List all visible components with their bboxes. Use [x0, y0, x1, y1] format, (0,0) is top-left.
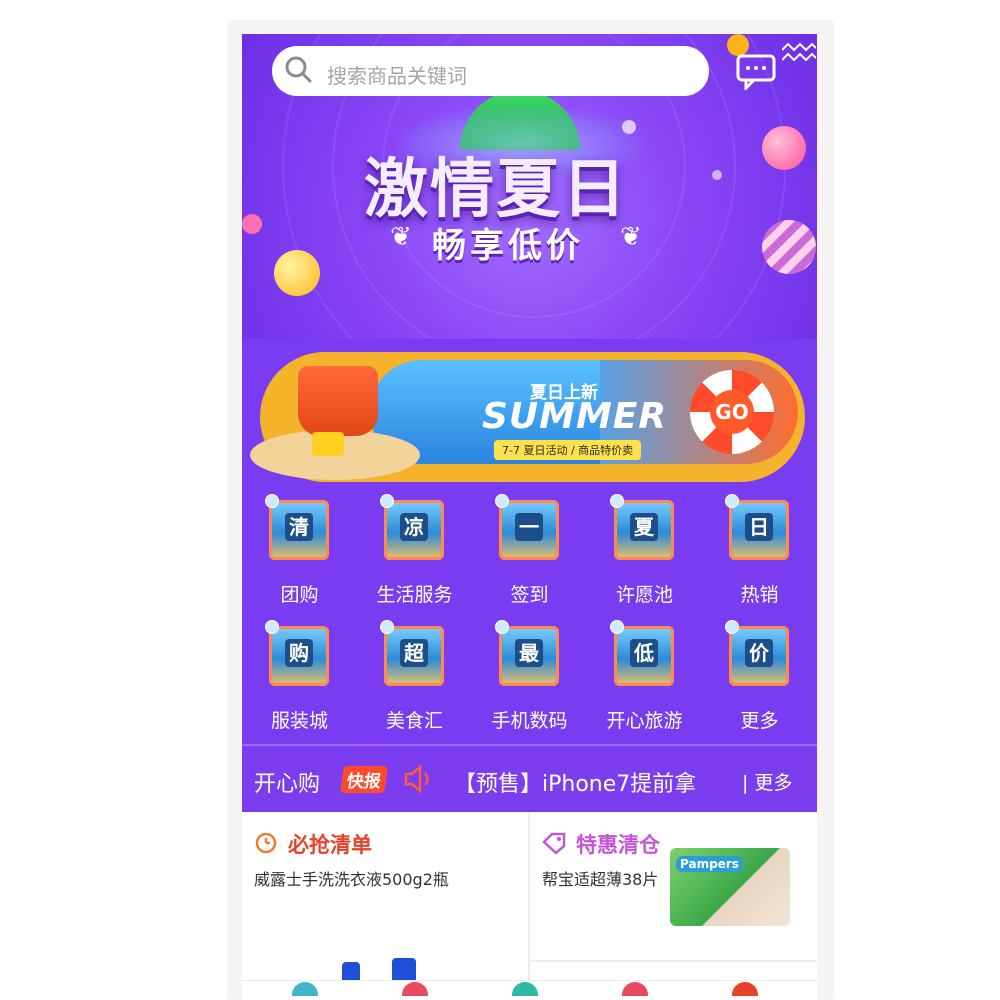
category-label: 开心旅游 [606, 710, 683, 732]
category-item-clothing[interactable]: 购 服装城 [242, 620, 357, 742]
category-label: 团购 [280, 584, 319, 606]
wing-left-icon: ❦ [390, 222, 412, 252]
badge-char: 日 [745, 513, 773, 541]
bubble-icon [725, 620, 739, 634]
yellow-ball-decoration [274, 250, 320, 296]
pink-ball-decoration [762, 126, 806, 170]
wave-decoration-icon [782, 42, 816, 62]
go-label: GO [710, 390, 754, 434]
badge-char: 价 [745, 639, 773, 667]
bubble-icon [380, 620, 394, 634]
category-item-travel[interactable]: 低 开心旅游 [587, 620, 702, 742]
category-item-digital[interactable]: 最 手机数码 [472, 620, 587, 742]
wing-right-icon: ❦ [620, 222, 642, 252]
small-ball-decoration [727, 34, 749, 56]
category-label: 生活服务 [376, 584, 453, 606]
badge-char: 凉 [400, 513, 428, 541]
must-buy-title: 必抢清单 [288, 833, 372, 857]
category-label: 许愿池 [615, 584, 673, 606]
category-item-groupbuy[interactable]: 清 团购 [242, 494, 357, 616]
category-badge-icon: 一 [495, 494, 559, 560]
search-input[interactable]: 搜索商品关键词 [327, 60, 467, 89]
clearance-item: 帮宝适超薄38片 [542, 870, 659, 889]
category-label: 签到 [510, 584, 549, 606]
divider [530, 960, 817, 962]
diaper-product-image: Pampers [670, 848, 790, 926]
message-icon[interactable] [736, 54, 776, 90]
category-badge-icon: 低 [610, 620, 674, 686]
category-badge-icon: 日 [725, 494, 789, 560]
bubble-icon [495, 494, 509, 508]
hero-subtitle: 畅享低价 [432, 226, 584, 266]
bubble-icon [610, 494, 624, 508]
category-label: 热销 [740, 584, 779, 606]
bubble-icon [380, 494, 394, 508]
category-item-hot-sale[interactable]: 日 热销 [702, 494, 817, 616]
app-screen: 激情夏日 ❦ 畅享低价 ❦ 搜索商品关键词 夏日上新 SUMMER 7-7 夏日… [242, 34, 817, 1000]
ticker-brand: 开心购 [254, 772, 321, 797]
category-item-checkin[interactable]: 一 签到 [472, 494, 587, 616]
category-label: 更多 [740, 710, 779, 732]
camera-image [312, 432, 344, 456]
hero-title: 激情夏日 [364, 153, 628, 227]
must-buy-item: 威露士手洗洗衣液500g2瓶 [254, 870, 449, 889]
banner-en-title: SUMMER [482, 396, 668, 437]
bubble-icon [495, 620, 509, 634]
bubble-icon [265, 620, 279, 634]
category-badge-icon: 凉 [380, 494, 444, 560]
product-brand-logo: Pampers [676, 856, 743, 872]
badge-char: 购 [285, 639, 313, 667]
small-ball-decoration [242, 214, 262, 234]
flash-news-badge: 快报 [340, 766, 388, 793]
badge-char: 低 [630, 639, 658, 667]
clearance-section[interactable]: 特惠清仓 帮宝适超薄38片 Pampers [530, 818, 817, 960]
bubble-icon [265, 494, 279, 508]
news-ticker: 开心购 快报 【预售】iPhone7提前拿 | 更多 [242, 744, 817, 812]
category-item-more[interactable]: 价 更多 [702, 620, 817, 742]
category-badge-icon: 超 [380, 620, 444, 686]
bubble-decoration [622, 120, 636, 134]
beach-bag-image [298, 366, 378, 436]
bubble-icon [725, 494, 739, 508]
tag-icon [542, 832, 566, 854]
category-badge-icon: 清 [265, 494, 329, 560]
category-badge-icon: 最 [495, 620, 559, 686]
banner-subtitle: 7-7 夏日活动 / 商品特价卖 [494, 440, 642, 460]
category-badge-icon: 夏 [610, 494, 674, 560]
striped-ball-decoration [762, 220, 816, 274]
search-bar[interactable]: 搜索商品关键词 [272, 46, 709, 96]
speaker-icon [404, 764, 429, 794]
bubble-icon [610, 620, 624, 634]
badge-char: 超 [400, 639, 428, 667]
ticker-more-link[interactable]: | 更多 [742, 768, 792, 795]
promo-sections: 必抢清单 威露士手洗洗衣液500g2瓶 特惠清仓 帮宝适超薄38片 Pamper… [242, 812, 817, 1000]
go-button[interactable]: GO [690, 370, 774, 454]
badge-char: 最 [515, 639, 543, 667]
category-item-life-service[interactable]: 凉 生活服务 [357, 494, 472, 616]
category-label: 服装城 [270, 710, 328, 732]
clearance-title: 特惠清仓 [576, 833, 660, 857]
summer-promo-banner[interactable]: 夏日上新 SUMMER 7-7 夏日活动 / 商品特价卖 GO [250, 344, 807, 484]
category-label: 美食汇 [385, 710, 443, 732]
category-label: 手机数码 [491, 710, 568, 732]
bubble-decoration [712, 170, 722, 180]
must-buy-section[interactable]: 必抢清单 威露士手洗洗衣液500g2瓶 [242, 818, 527, 1000]
category-badge-icon: 价 [725, 620, 789, 686]
ticker-headline-link[interactable]: 【预售】iPhone7提前拿 [454, 766, 696, 798]
category-badge-icon: 购 [265, 620, 329, 686]
category-item-wishing-pool[interactable]: 夏 许愿池 [587, 494, 702, 616]
clock-icon [255, 832, 277, 854]
search-icon [285, 56, 312, 83]
category-item-food[interactable]: 超 美食汇 [357, 620, 472, 742]
badge-char: 清 [285, 513, 313, 541]
badge-char: 夏 [630, 513, 658, 541]
badge-char: 一 [515, 513, 543, 541]
